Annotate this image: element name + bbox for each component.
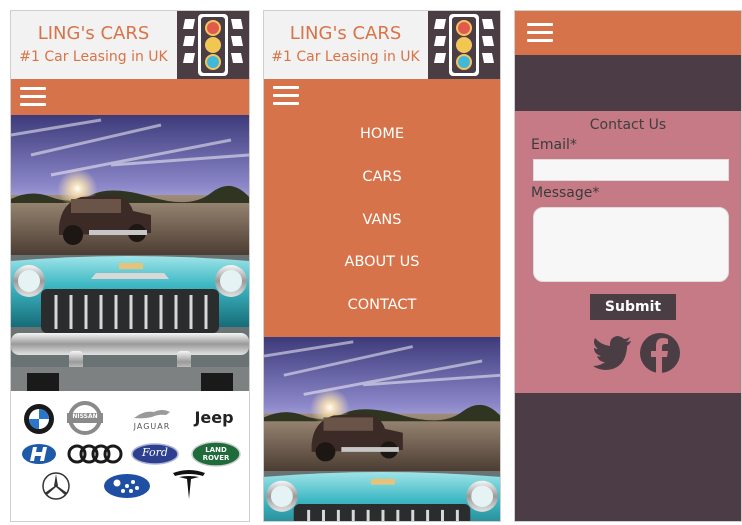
jeep-wordmark: Jeep xyxy=(194,407,234,427)
phone-menu-open-view: LING's CARS #1 Car Leasing in UK HOME CA… xyxy=(263,10,501,522)
hero-image-classic-car-front xyxy=(264,470,500,521)
tesla-logo[interactable] xyxy=(171,469,207,501)
hero-image-classic-car-front xyxy=(11,255,249,391)
land-rover-wordmark: LAND ROVER xyxy=(191,446,241,462)
traffic-light-icon xyxy=(434,14,494,76)
email-field[interactable] xyxy=(533,159,729,181)
site-header: LING's CARS #1 Car Leasing in UK xyxy=(264,11,500,79)
menu-item-about-us[interactable]: ABOUT US xyxy=(264,241,500,284)
hero-image-desert-car xyxy=(264,336,500,471)
twitter-bird-svg xyxy=(593,336,631,370)
site-header: LING's CARS #1 Car Leasing in UK xyxy=(11,11,249,79)
land-rover-line1: LAND xyxy=(205,446,227,454)
mercedes-logo[interactable] xyxy=(41,471,71,501)
phone-contact-view: Contact Us Email* Message* Submit xyxy=(514,10,742,522)
tesla-t-icon xyxy=(173,470,205,499)
contact-form: Contact Us Email* Message* Submit xyxy=(515,111,741,393)
phone-home-view: LING's CARS #1 Car Leasing in UK NISSAN … xyxy=(10,10,250,522)
menu-item-contact[interactable]: CONTACT xyxy=(264,284,500,327)
subaru-stars-icon xyxy=(104,474,150,498)
dropdown-nav-menu: HOME CARS VANS ABOUT US CONTACT xyxy=(264,109,500,337)
menu-item-home[interactable]: HOME xyxy=(264,113,500,156)
twitter-icon[interactable] xyxy=(591,332,633,374)
contact-title: Contact Us xyxy=(589,117,667,133)
desert-car-photo xyxy=(264,336,500,471)
bmw-icon xyxy=(24,404,54,434)
land-rover-line2: ROVER xyxy=(202,454,230,462)
nav-bar xyxy=(264,79,500,109)
nissan-wordmark: NISSAN xyxy=(72,413,98,420)
nav-bar xyxy=(11,79,249,115)
audi-logo[interactable] xyxy=(67,443,123,465)
brand-name: LING's CARS xyxy=(289,23,402,44)
brand-name: LING's CARS xyxy=(37,23,150,44)
subaru-logo[interactable] xyxy=(103,473,151,499)
traffic-light-icon xyxy=(183,14,243,76)
hamburger-menu-icon[interactable] xyxy=(20,86,46,108)
hamburger-menu-icon[interactable] xyxy=(273,85,299,107)
nissan-logo[interactable]: NISSAN xyxy=(65,401,105,435)
jaguar-leaper-icon xyxy=(134,409,170,418)
traffic-light-logo xyxy=(428,11,500,79)
mercedes-star-icon xyxy=(42,472,70,500)
submit-button[interactable]: Submit xyxy=(590,294,676,320)
facebook-icon[interactable] xyxy=(639,332,681,374)
hyundai-icon xyxy=(22,444,56,464)
jeep-logo[interactable]: Jeep xyxy=(189,403,239,431)
brand-logo-grid: NISSAN JAGUAR Jeep Ford LAND ROVER xyxy=(11,391,249,501)
jaguar-wordmark: JAGUAR xyxy=(133,421,171,431)
facebook-f-svg xyxy=(640,333,680,373)
menu-item-vans[interactable]: VANS xyxy=(264,199,500,242)
classic-car-photo xyxy=(264,470,500,521)
brand-tagline: #1 Car Leasing in UK xyxy=(19,49,168,65)
dark-banner xyxy=(515,55,741,111)
ford-wordmark: Ford xyxy=(142,446,168,459)
brand-block[interactable]: LING's CARS #1 Car Leasing in UK xyxy=(264,11,427,79)
menu-item-cars[interactable]: CARS xyxy=(264,156,500,199)
classic-car-photo xyxy=(11,255,249,391)
hero-image-desert-car xyxy=(11,115,249,255)
message-label: Message* xyxy=(531,185,600,201)
hamburger-menu-icon[interactable] xyxy=(527,22,553,44)
footer-dark xyxy=(515,393,741,521)
traffic-light-logo xyxy=(177,11,249,79)
brand-tagline: #1 Car Leasing in UK xyxy=(271,49,420,65)
ford-logo[interactable]: Ford xyxy=(131,443,179,465)
desert-car-photo xyxy=(11,115,249,255)
land-rover-logo[interactable]: LAND ROVER xyxy=(191,441,241,467)
jaguar-logo[interactable]: JAGUAR xyxy=(127,401,177,435)
bmw-logo[interactable] xyxy=(23,403,55,435)
message-field[interactable] xyxy=(533,207,729,282)
audi-rings-icon xyxy=(67,444,123,464)
nav-bar xyxy=(515,11,741,55)
email-label: Email* xyxy=(531,137,577,153)
hyundai-logo[interactable] xyxy=(21,443,57,465)
brand-block[interactable]: LING's CARS #1 Car Leasing in UK xyxy=(11,11,176,79)
